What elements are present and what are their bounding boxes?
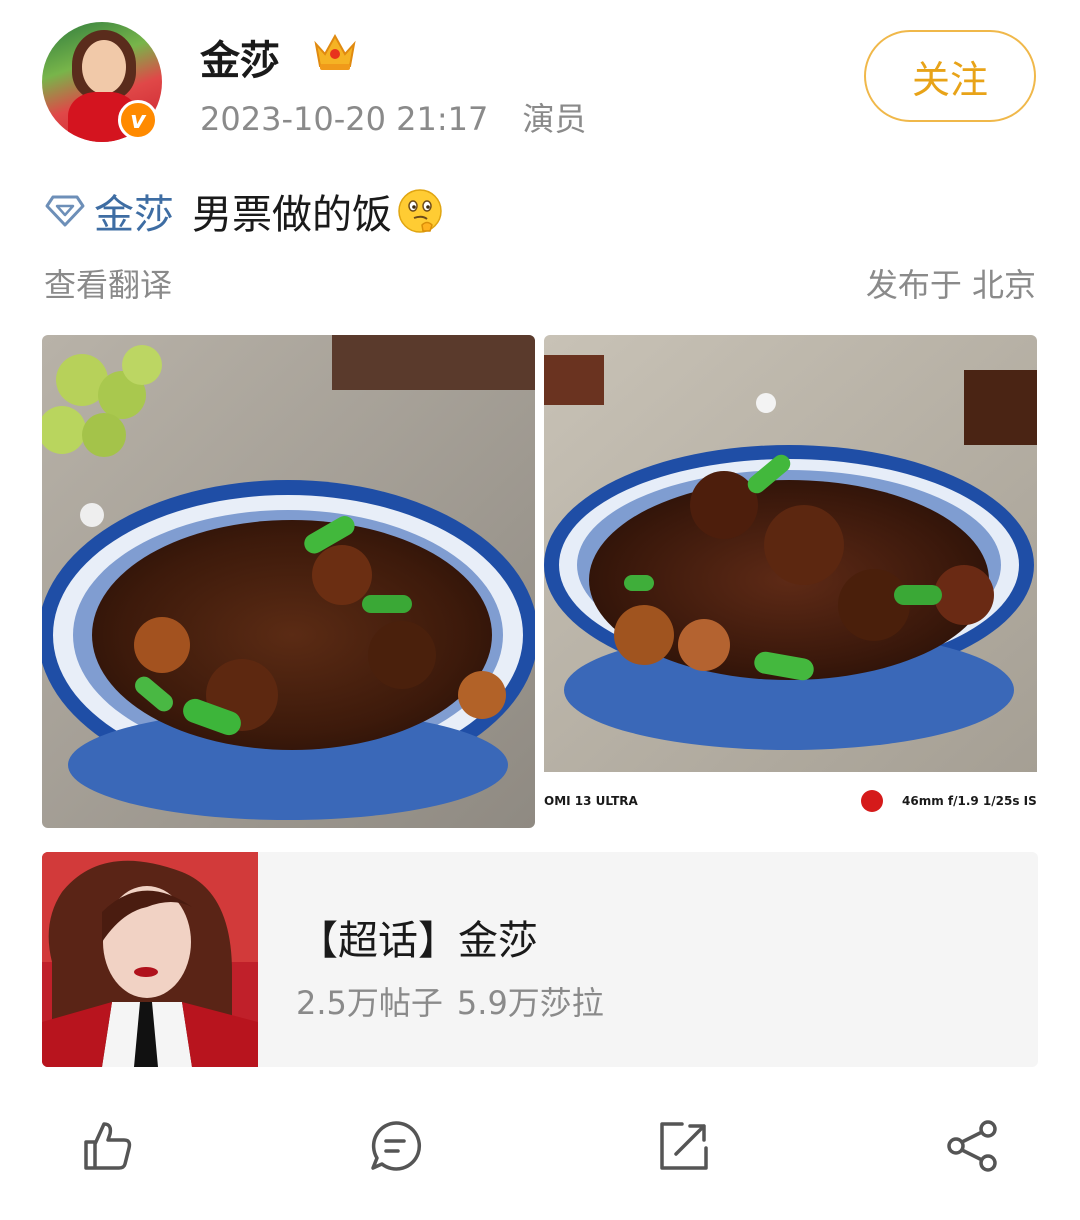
post-content: 金莎 男票做的饭 bbox=[44, 182, 444, 240]
like-icon[interactable] bbox=[80, 1118, 136, 1174]
supertopic-posts-count: 2.5万帖子 bbox=[296, 984, 443, 1022]
post-meta: 2023-10-20 21:17 演员 bbox=[200, 94, 586, 140]
verified-badge-icon: v bbox=[118, 100, 158, 140]
supertopic-cover-image bbox=[42, 852, 258, 1067]
post-body-text: 男票做的饭 bbox=[192, 192, 392, 238]
topic-label: 金莎 bbox=[94, 192, 174, 238]
post-timestamp: 2023-10-20 21:17 bbox=[200, 100, 489, 138]
supertopic-card[interactable]: 【超话】金莎 2.5万帖子 5.9万莎拉 bbox=[42, 852, 1038, 1067]
post-location: 发布于 北京 bbox=[865, 266, 1036, 304]
translate-link[interactable]: 查看翻译 bbox=[44, 260, 172, 306]
follow-button[interactable]: 关注 bbox=[864, 30, 1036, 122]
post-photo-1[interactable] bbox=[42, 335, 535, 828]
topic-link[interactable]: 金莎 bbox=[44, 182, 174, 240]
share-icon[interactable] bbox=[944, 1118, 1000, 1174]
supertopic-stats: 2.5万帖子 5.9万莎拉 bbox=[296, 978, 604, 1024]
user-role: 演员 bbox=[522, 100, 587, 138]
diamond-icon bbox=[45, 195, 85, 227]
repost-icon[interactable] bbox=[656, 1118, 712, 1174]
exif-camera-text: OMI 13 ULTRA bbox=[544, 794, 638, 808]
supertopic-fans-count: 5.9万莎拉 bbox=[456, 984, 604, 1022]
comment-icon[interactable] bbox=[368, 1118, 424, 1174]
crown-icon bbox=[314, 33, 356, 70]
exif-settings-text: 46mm f/1.9 1/25s ISO bbox=[902, 794, 1037, 808]
post-photo-2[interactable]: OMI 13 ULTRA 46mm f/1.9 1/25s ISO bbox=[544, 335, 1037, 828]
thinking-emoji-icon bbox=[398, 189, 442, 233]
supertopic-title: 【超话】金莎 bbox=[298, 918, 538, 964]
username[interactable]: 金莎 bbox=[200, 28, 280, 86]
